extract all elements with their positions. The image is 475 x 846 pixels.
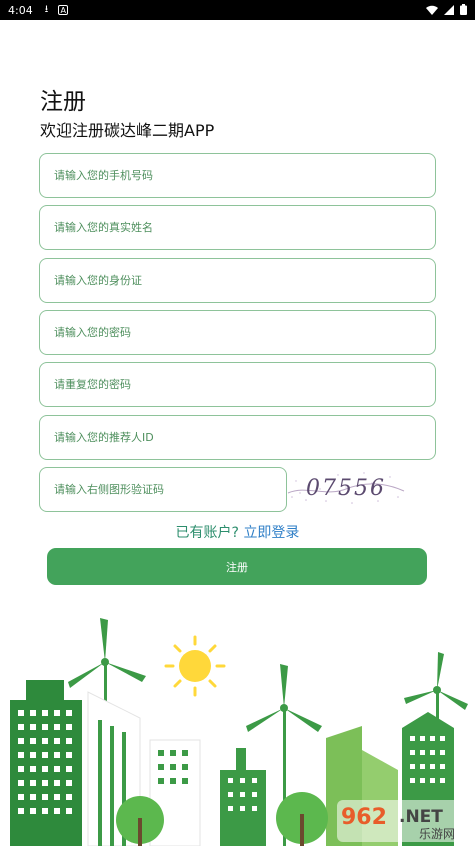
battery-icon: [460, 4, 467, 15]
site-watermark: 962 .NET 乐游网: [337, 800, 469, 842]
download-icon: ⭳: [44, 3, 49, 15]
phone-input[interactable]: [40, 154, 435, 197]
page-title: 注册: [40, 89, 86, 115]
watermark-logo: 962 .NET 乐游网: [337, 800, 469, 842]
name-input[interactable]: [40, 206, 435, 249]
id-card-input[interactable]: [40, 259, 435, 302]
id-card-field-box: [39, 258, 436, 303]
notification-a-icon: A: [58, 5, 69, 15]
status-bar: 4:04 ⭳ A: [0, 0, 475, 20]
referrer-field-box: [39, 415, 436, 460]
watermark-number: 962: [341, 805, 387, 830]
watermark-site: 乐游网: [419, 827, 455, 841]
password-repeat-input[interactable]: [40, 363, 435, 406]
login-link[interactable]: 立即登录: [243, 525, 299, 541]
building-icon: [220, 748, 266, 846]
captcha-field-box: [39, 467, 287, 512]
phone-field-box: [39, 153, 436, 198]
password-input[interactable]: [40, 311, 435, 354]
captcha-text: 07556: [306, 476, 386, 501]
building-icon: [10, 680, 82, 846]
referrer-input[interactable]: [40, 416, 435, 459]
name-field-box: [39, 205, 436, 250]
wifi-icon: [426, 5, 438, 15]
password-repeat-field-box: [39, 362, 436, 407]
captcha-image[interactable]: 07556: [286, 467, 406, 507]
login-question: 已有账户?: [175, 525, 239, 541]
status-time: 4:04: [8, 3, 33, 17]
page-subtitle: 欢迎注册碳达峰二期APP: [40, 121, 215, 140]
sun-icon: [164, 635, 226, 697]
register-button[interactable]: 注册: [47, 548, 427, 585]
password-field-box: [39, 310, 436, 355]
signal-icon: [444, 4, 454, 15]
captcha-input[interactable]: [40, 468, 286, 511]
login-prompt: 已有账户? 立即登录: [0, 522, 475, 542]
watermark-net: .NET: [399, 807, 443, 827]
